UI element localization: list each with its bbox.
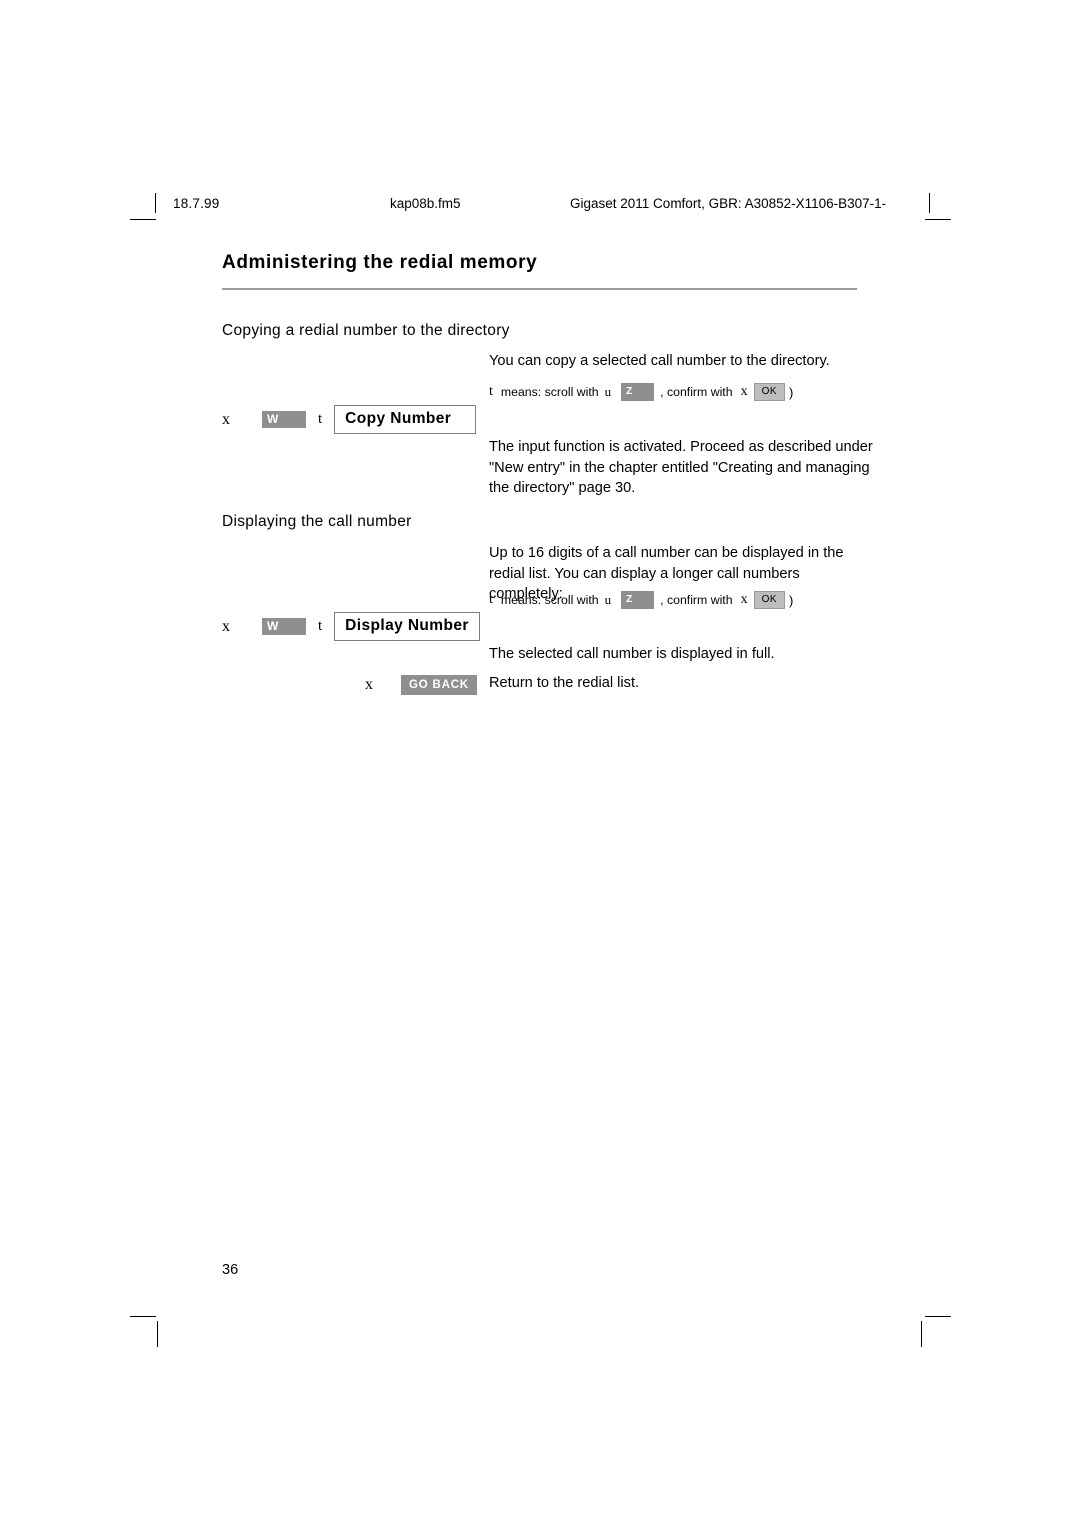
- note-text-after: , confirm with: [660, 593, 733, 607]
- section-2-note-line: t means: scroll with u Z , confirm with …: [489, 591, 793, 609]
- scroll-key-icon: Z: [621, 591, 655, 609]
- scroll-key-icon: Z: [621, 383, 655, 401]
- section-2-after-text: The selected call number is displayed in…: [489, 646, 775, 662]
- title-divider: [222, 288, 857, 290]
- page-number: 36: [222, 1262, 239, 1278]
- crop-mark-vert-right: [921, 1321, 922, 1347]
- press-key-glyph-icon: x: [365, 676, 373, 693]
- ok-key-icon: OK: [753, 383, 786, 401]
- action-row-go-back[interactable]: x GO BACK: [365, 675, 477, 695]
- scroll-glyph-icon-row: t: [318, 618, 323, 634]
- menu-key-icon: W: [262, 411, 306, 428]
- scroll-glyph-icon: t: [489, 384, 493, 399]
- up-down-glyph-icon: u: [604, 384, 612, 399]
- running-head-filename: kap08b.fm5: [390, 196, 461, 211]
- page-title: Administering the redial memory: [222, 252, 538, 273]
- running-head-rule-left: [155, 193, 156, 213]
- go-back-description-text: Return to the redial list.: [489, 675, 640, 691]
- ok-key-icon: OK: [753, 591, 786, 609]
- press-key-glyph-icon: x: [222, 617, 230, 635]
- note-text-before: means: scroll with: [500, 593, 599, 607]
- section-heading-display-number: Displaying the call number: [222, 513, 412, 530]
- running-head-date: 18.7.99: [173, 196, 220, 211]
- action-row-copy-number[interactable]: x W t Copy Number: [222, 405, 477, 434]
- crop-mark-top-left: [130, 219, 156, 220]
- confirm-glyph-icon: x: [740, 384, 748, 399]
- note-text-before: means: scroll with: [500, 385, 599, 399]
- action-row-display-number[interactable]: x W t Display Number: [222, 612, 480, 641]
- running-head-document-id: Gigaset 2011 Comfort, GBR: A30852-X1106-…: [570, 196, 887, 211]
- crop-mark-bottom-left: [130, 1316, 156, 1317]
- section-1-intro-text: You can copy a selected call number to t…: [489, 353, 830, 369]
- section-1-note-line: t means: scroll with u Z , confirm with …: [489, 383, 793, 401]
- running-head: 18.7.99 kap08b.fm5 Gigaset 2011 Comfort,…: [155, 193, 930, 216]
- scroll-glyph-icon-row: t: [318, 411, 323, 427]
- note-close-paren: ): [789, 592, 794, 608]
- crop-mark-vert-left: [157, 1321, 158, 1347]
- press-key-glyph-icon: x: [222, 410, 230, 428]
- confirm-glyph-icon: x: [740, 592, 748, 607]
- go-back-key-icon[interactable]: GO BACK: [401, 675, 477, 695]
- up-down-glyph-icon: u: [604, 592, 612, 607]
- section-1-after-text: The input function is activated. Proceed…: [489, 439, 873, 496]
- menu-key-icon: W: [262, 618, 306, 635]
- crop-mark-bottom-right: [925, 1316, 951, 1317]
- crop-mark-top-right: [925, 219, 951, 220]
- scroll-glyph-icon: t: [489, 592, 493, 607]
- copy-number-button[interactable]: Copy Number: [334, 405, 477, 434]
- note-close-paren: ): [789, 384, 794, 400]
- display-number-button[interactable]: Display Number: [334, 612, 480, 641]
- running-head-rule-right: [929, 193, 930, 213]
- section-heading-copy-redial: Copying a redial number to the directory: [222, 322, 510, 339]
- note-text-after: , confirm with: [660, 385, 733, 399]
